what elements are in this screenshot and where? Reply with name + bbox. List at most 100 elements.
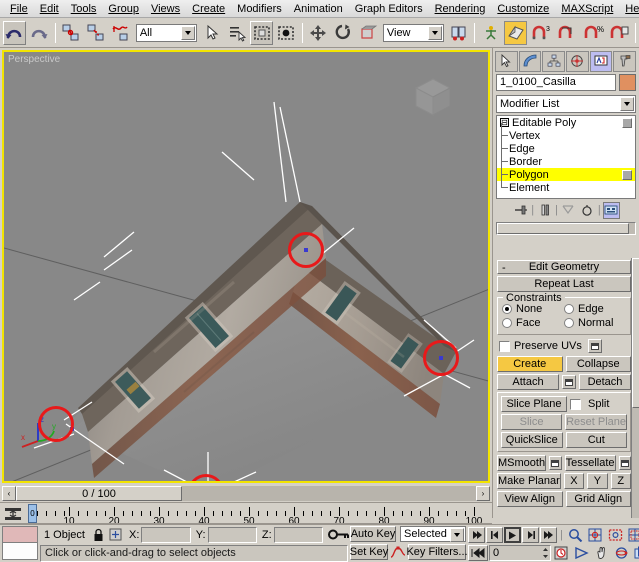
- stack-item-vertex[interactable]: Vertex: [497, 129, 635, 142]
- pan-button[interactable]: [592, 545, 611, 561]
- perspective-viewport[interactable]: Perspective: [2, 50, 490, 483]
- field-of-view-button[interactable]: [572, 545, 591, 561]
- make-planar-y-button[interactable]: Y: [587, 473, 607, 489]
- rectangular-selection-region-button[interactable]: [250, 21, 273, 45]
- tessellate-settings-button[interactable]: [619, 456, 632, 470]
- select-by-name-button[interactable]: [225, 21, 248, 45]
- percent-snap-toggle-button[interactable]: %: [581, 21, 605, 45]
- configure-modifier-sets-button[interactable]: [603, 202, 620, 219]
- repeat-last-button[interactable]: Repeat Last: [497, 276, 631, 292]
- command-panel-tab-utilities[interactable]: [613, 51, 636, 72]
- material-swatch-2[interactable]: [2, 543, 38, 560]
- time-slider-next-button[interactable]: ›: [476, 486, 490, 501]
- stack-item-editable-poly[interactable]: ⊟ Editable Poly: [497, 116, 635, 129]
- reference-coordinate-dropdown[interactable]: View: [383, 24, 444, 42]
- detach-button[interactable]: Detach: [579, 374, 631, 390]
- quickslice-button[interactable]: QuickSlice: [501, 432, 563, 448]
- menu-group[interactable]: Group: [102, 1, 145, 17]
- time-slider-prev-button[interactable]: ‹: [2, 486, 16, 501]
- select-and-manipulate-button[interactable]: [479, 21, 502, 45]
- stack-item-element[interactable]: Element: [497, 181, 635, 194]
- select-and-rotate-button[interactable]: [332, 21, 355, 45]
- command-panel-tab-motion[interactable]: [566, 51, 589, 72]
- selection-filter-dropdown[interactable]: All: [136, 24, 197, 42]
- preserve-uvs-checkbox[interactable]: [499, 341, 510, 352]
- reset-plane-button[interactable]: Reset Plane: [565, 414, 627, 430]
- maximize-viewport-button[interactable]: [632, 545, 639, 561]
- menu-help[interactable]: Help: [619, 1, 639, 17]
- stack-item-checkbox-polygon[interactable]: [622, 170, 632, 180]
- chevron-down-icon-2[interactable]: [428, 26, 442, 40]
- menu-views[interactable]: Views: [145, 1, 186, 17]
- time-slider-track[interactable]: 0 / 100: [16, 486, 476, 501]
- key-mode-icon[interactable]: [328, 528, 350, 541]
- zoom-button[interactable]: [566, 527, 585, 543]
- make-planar-button[interactable]: Make Planar: [497, 473, 561, 489]
- chevron-down-icon-keymode[interactable]: [450, 528, 464, 542]
- key-mode-toggle-button[interactable]: [468, 545, 488, 561]
- tessellate-button[interactable]: Tessellate: [565, 455, 616, 471]
- constraint-radio-edge[interactable]: Edge: [564, 303, 626, 315]
- zoom-extents-all-button[interactable]: [626, 527, 639, 543]
- undo-button[interactable]: [3, 21, 26, 45]
- preserve-uvs-row[interactable]: Preserve UVs: [499, 339, 631, 353]
- bind-to-space-warp-button[interactable]: [110, 21, 133, 45]
- key-mode-dropdown[interactable]: Selected: [400, 526, 466, 542]
- command-panel-tab-display[interactable]: [590, 51, 613, 72]
- stack-item-edge[interactable]: Edge: [497, 142, 635, 155]
- chevron-down-icon-modifier[interactable]: [620, 97, 634, 111]
- view-align-button[interactable]: View Align: [497, 491, 563, 507]
- make-planar-z-button[interactable]: Z: [611, 473, 631, 489]
- current-frame-field[interactable]: 0: [489, 545, 551, 561]
- set-key-curve-icon[interactable]: [390, 545, 406, 559]
- key-filters-button[interactable]: Key Filters...: [408, 544, 466, 560]
- menu-file[interactable]: File: [4, 1, 34, 17]
- show-end-result-button[interactable]: [536, 202, 553, 219]
- coord-field-y[interactable]: [208, 527, 257, 543]
- slice-button[interactable]: Slice: [501, 414, 562, 430]
- msmooth-settings-button[interactable]: [549, 456, 562, 470]
- stack-item-border[interactable]: Border: [497, 155, 635, 168]
- menu-edit[interactable]: Edit: [34, 1, 65, 17]
- object-name-field[interactable]: 1_0100_Casilla: [496, 74, 616, 91]
- constraint-radio-none[interactable]: None: [502, 303, 564, 315]
- viewcube-icon[interactable]: [410, 74, 456, 120]
- command-panel-scrollbar-thumb[interactable]: [632, 258, 639, 408]
- attach-settings-button[interactable]: [562, 375, 576, 389]
- menu-create[interactable]: Create: [186, 1, 231, 17]
- menu-modifiers[interactable]: Modifiers: [231, 1, 288, 17]
- set-key-button[interactable]: Set Key: [350, 544, 388, 560]
- constraint-radio-face[interactable]: Face: [502, 317, 564, 329]
- command-panel-scrollbar[interactable]: [631, 258, 639, 518]
- stack-item-polygon[interactable]: Polygon: [497, 168, 635, 181]
- time-slider[interactable]: ‹ 0 / 100 ›: [0, 485, 492, 502]
- command-panel-tab-create[interactable]: [495, 51, 518, 72]
- make-unique-button[interactable]: [560, 202, 577, 219]
- pin-stack-button[interactable]: [512, 202, 529, 219]
- timeline-ruler[interactable]: 0 10 20 30 40 50 60 70 80 90 100: [28, 503, 492, 524]
- msmooth-button[interactable]: MSmooth: [497, 455, 546, 471]
- select-and-move-button[interactable]: [307, 21, 330, 45]
- zoom-extents-button[interactable]: [606, 527, 625, 543]
- preserve-uvs-settings-button[interactable]: [588, 339, 602, 353]
- arc-rotate-button[interactable]: [612, 545, 631, 561]
- coord-field-x[interactable]: [141, 527, 190, 543]
- snaps-toggle-button[interactable]: [504, 21, 527, 45]
- cut-button[interactable]: Cut: [566, 432, 628, 448]
- select-and-scale-button[interactable]: [357, 21, 380, 45]
- spinner-snap-toggle-button[interactable]: [607, 21, 631, 45]
- previous-frame-button[interactable]: [486, 527, 503, 543]
- play-animation-button[interactable]: [504, 527, 521, 543]
- attach-button[interactable]: Attach: [497, 374, 559, 390]
- modifier-list-dropdown[interactable]: Modifier List: [496, 95, 636, 113]
- constraint-radio-normal[interactable]: Normal: [564, 317, 626, 329]
- make-planar-x-button[interactable]: X: [564, 473, 584, 489]
- chevron-down-icon[interactable]: [181, 26, 195, 40]
- use-pivot-point-center-button[interactable]: [447, 21, 470, 45]
- auto-key-button[interactable]: Auto Key: [350, 526, 396, 542]
- next-frame-button[interactable]: [522, 527, 539, 543]
- menu-animation[interactable]: Animation: [288, 1, 349, 17]
- menu-rendering[interactable]: Rendering: [429, 1, 492, 17]
- open-mini-curve-editor-icon[interactable]: [4, 506, 22, 522]
- modifier-stack-hscrollbar-thumb[interactable]: [497, 223, 629, 234]
